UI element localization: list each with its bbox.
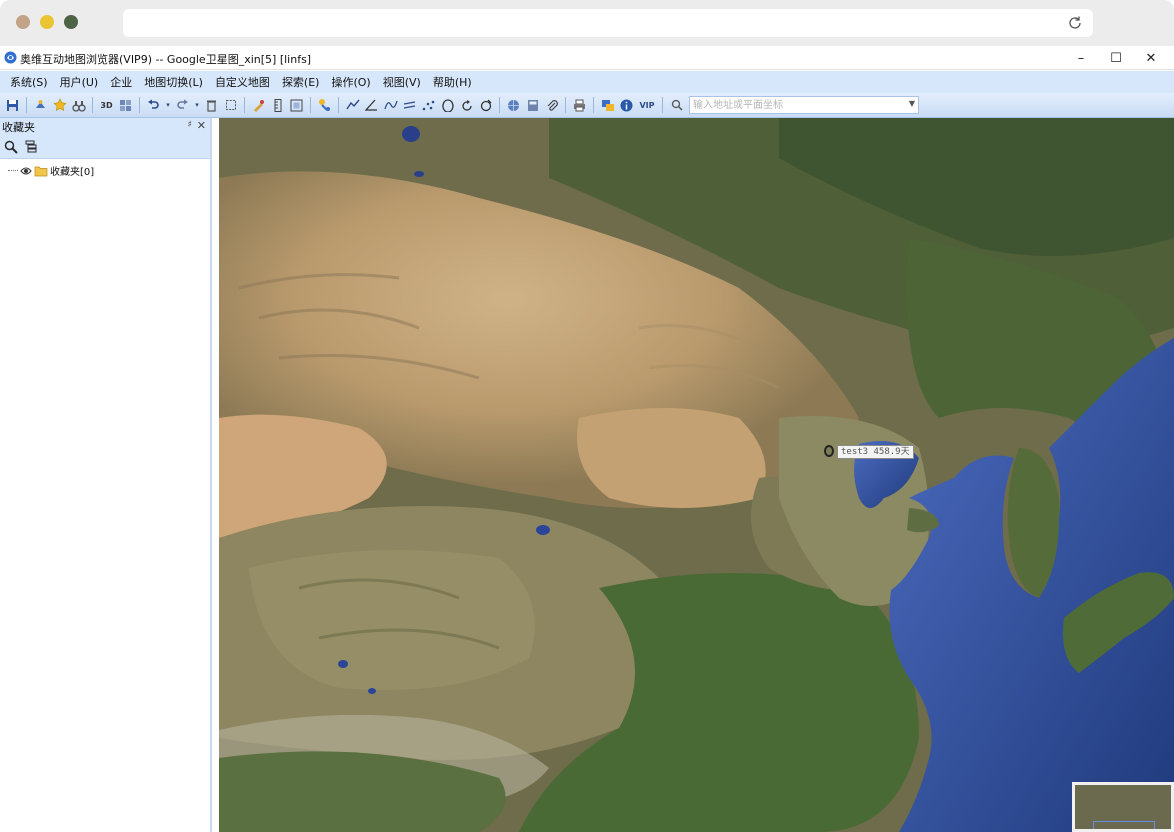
menu-view[interactable]: 视图(V) [377,74,427,90]
info-icon[interactable] [618,97,635,114]
marker-pen-icon[interactable] [250,97,267,114]
toolbar-divider [499,97,500,113]
satellite-imagery [219,118,1174,832]
overview-viewport-frame[interactable] [1093,821,1155,829]
undo-dropdown-icon[interactable]: ▾ [164,97,172,114]
binoculars-icon[interactable] [70,97,87,114]
address-search-box[interactable]: ▼ [689,96,919,114]
panel-close-icon[interactable]: ✕ [197,119,206,132]
parallel-lines-icon[interactable] [401,97,418,114]
layers-icon[interactable] [32,97,49,114]
overview-minimap[interactable] [1072,782,1174,832]
map-marker-label[interactable]: test3 458.9天 [837,445,914,459]
favorites-panel-header: 收藏夹 ♯ ✕ [0,118,210,135]
close-window-dot[interactable] [16,15,30,29]
toolbar-divider [565,97,566,113]
visibility-eye-icon[interactable] [20,165,32,177]
chevron-down-icon[interactable]: ▼ [909,99,915,108]
calculator-icon[interactable] [524,97,541,114]
toolbar-divider [92,97,93,113]
satellite-map-view[interactable]: test3 458.9天 [219,118,1174,832]
minimize-button[interactable]: – [1064,48,1098,68]
select-box-icon[interactable] [222,97,239,114]
tree-connector [8,170,18,171]
menu-operation[interactable]: 操作(O) [325,74,376,90]
toolbar-divider [593,97,594,113]
print-icon[interactable] [571,97,588,114]
star-icon[interactable] [51,97,68,114]
ruler-icon[interactable] [269,97,286,114]
menu-system[interactable]: 系统(S) [4,74,54,90]
rotate-icon[interactable] [458,97,475,114]
route-icon[interactable] [316,97,333,114]
menu-custom-map[interactable]: 自定义地图 [209,74,276,90]
maximize-button[interactable]: ☐ [1099,48,1133,68]
menubar: 系统(S) 用户(U) 企业 地图切换(L) 自定义地图 探索(E) 操作(O)… [0,71,1174,93]
points-icon[interactable] [420,97,437,114]
menu-explore[interactable]: 探索(E) [276,74,326,90]
toolbar-divider [310,97,311,113]
3d-button[interactable]: 3D [98,97,115,114]
measure-circle-icon[interactable] [477,97,494,114]
close-button[interactable]: ✕ [1134,48,1168,68]
redo-dropdown-icon[interactable]: ▾ [193,97,201,114]
menu-user[interactable]: 用户(U) [54,74,105,90]
angle-icon[interactable] [363,97,380,114]
toolbar-divider [26,97,27,113]
toolbar: 3D ▾ ▾ VIP ▼ [0,93,1174,118]
address-search-input[interactable] [690,97,902,113]
undo-icon[interactable] [145,97,162,114]
tree-root-item[interactable]: 收藏夹[0] [0,159,210,178]
polygon-icon[interactable] [439,97,456,114]
menu-help[interactable]: 帮助(H) [427,74,478,90]
menu-map-switch[interactable]: 地图切换(L) [138,74,209,90]
delete-icon[interactable] [203,97,220,114]
folder-icon [34,166,48,176]
redo-icon[interactable] [174,97,191,114]
globe-icon[interactable] [505,97,522,114]
app-titlebar: 奥维互动地图浏览器(VIP9) -- Google卫星图_xin[5] [lin… [0,46,1174,70]
tree-root-label: 收藏夹[0] [50,167,95,178]
toolbar-divider [662,97,663,113]
app-logo-icon [4,51,17,64]
favorites-panel: 收藏夹 ♯ ✕ 收藏夹[0] [0,118,212,832]
search-icon[interactable] [668,97,685,114]
map-marker[interactable] [824,445,834,457]
list-view-icon[interactable] [23,139,39,155]
zoom-window-dot[interactable] [64,15,78,29]
vip-button[interactable]: VIP [637,97,657,114]
attachment-icon[interactable] [543,97,560,114]
search-icon[interactable] [3,139,19,155]
toolbar-divider [244,97,245,113]
favorites-panel-title: 收藏夹 [2,120,35,134]
address-bar[interactable] [123,9,1093,37]
frame-icon[interactable] [288,97,305,114]
menu-enterprise[interactable]: 企业 [104,74,138,90]
grid-icon[interactable] [117,97,134,114]
browser-frame [0,0,1174,46]
toolbar-divider [338,97,339,113]
reload-icon[interactable] [1067,15,1083,31]
polyline-icon[interactable] [344,97,361,114]
map-layers-icon[interactable] [599,97,616,114]
save-icon[interactable] [4,97,21,114]
pin-icon[interactable]: ♯ [188,120,192,130]
favorites-toolbar [0,135,210,159]
minimize-window-dot[interactable] [40,15,54,29]
curve-icon[interactable] [382,97,399,114]
toolbar-divider [139,97,140,113]
window-title: 奥维互动地图浏览器(VIP9) -- Google卫星图_xin[5] [lin… [20,53,312,66]
